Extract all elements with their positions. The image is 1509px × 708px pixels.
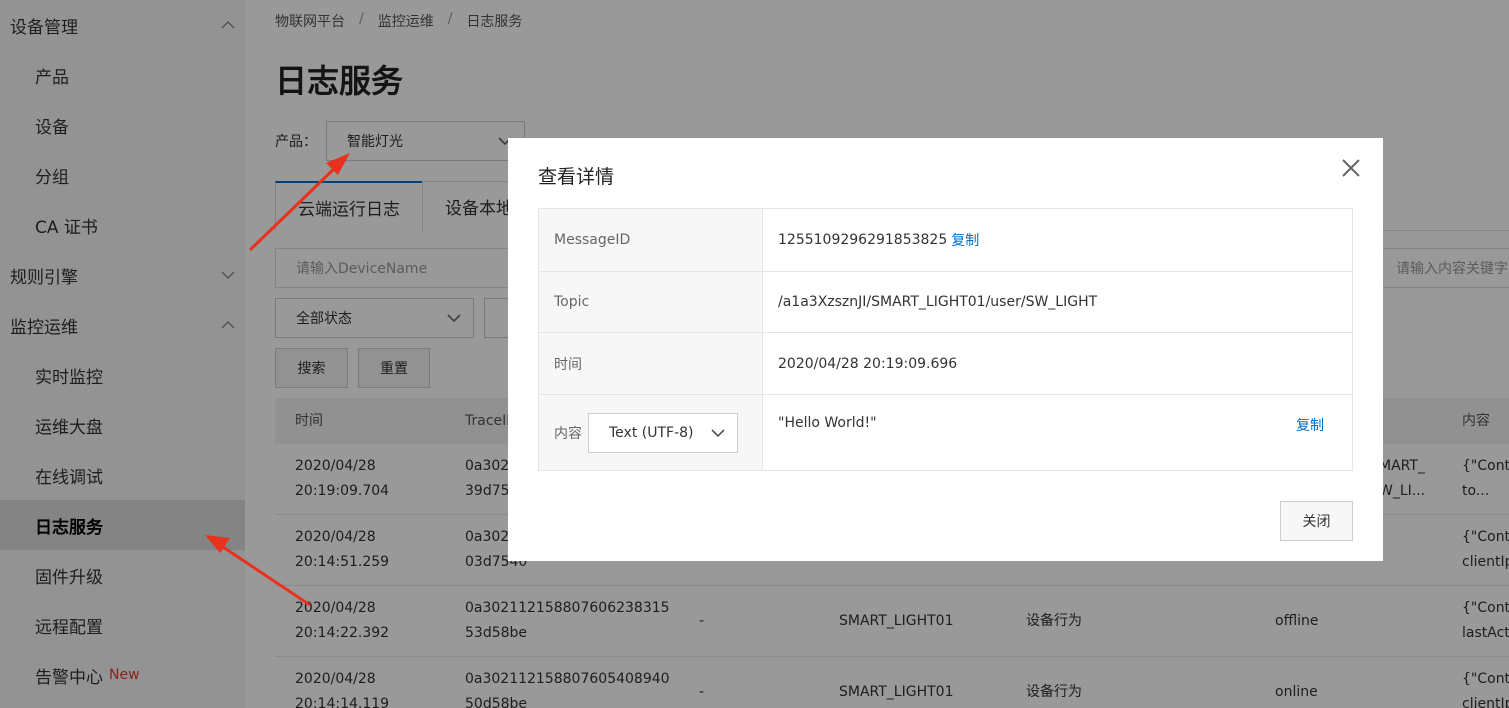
topic-value: /a1a3XzsznJI/SMART_LIGHT01/user/SW_LIGHT [778, 294, 1098, 310]
detail-label: Topic [539, 272, 763, 332]
content-value: "Hello World!" [778, 415, 877, 431]
detail-label: MessageID [539, 209, 763, 271]
close-icon[interactable] [1339, 156, 1363, 180]
detail-label-content: 内容 Text (UTF-8) [539, 395, 763, 470]
detail-label: 时间 [539, 333, 763, 394]
copy-messageid-link[interactable]: 复制 [951, 230, 979, 250]
messageid-value: 1255109296291853825 [778, 232, 948, 248]
detail-row-messageid: MessageID 1255109296291853825 复制 [539, 209, 1352, 272]
dialog-title: 查看详情 [538, 166, 615, 188]
time-value: 2020/04/28 20:19:09.696 [778, 355, 958, 372]
copy-content-link[interactable]: 复制 [1296, 415, 1324, 435]
detail-row-topic: Topic /a1a3XzsznJI/SMART_LIGHT01/user/SW… [539, 272, 1352, 333]
detail-value: "Hello World!" 复制 [763, 395, 1352, 470]
detail-table: MessageID 1255109296291853825 复制 Topic /… [538, 208, 1353, 471]
detail-row-time: 时间 2020/04/28 20:19:09.696 [539, 333, 1352, 395]
encoding-select[interactable]: Text (UTF-8) [588, 412, 738, 453]
detail-dialog: 查看详情 MessageID 1255109296291853825 复制 To… [508, 138, 1383, 561]
detail-row-content: 内容 Text (UTF-8) "Hello World!" 复制 [539, 395, 1352, 470]
close-button[interactable]: 关闭 [1280, 501, 1353, 541]
detail-label: 内容 [554, 425, 582, 442]
detail-value: 1255109296291853825 复制 [763, 209, 1352, 271]
encoding-select-value: Text (UTF-8) [609, 424, 694, 441]
chevron-down-icon [711, 425, 725, 441]
